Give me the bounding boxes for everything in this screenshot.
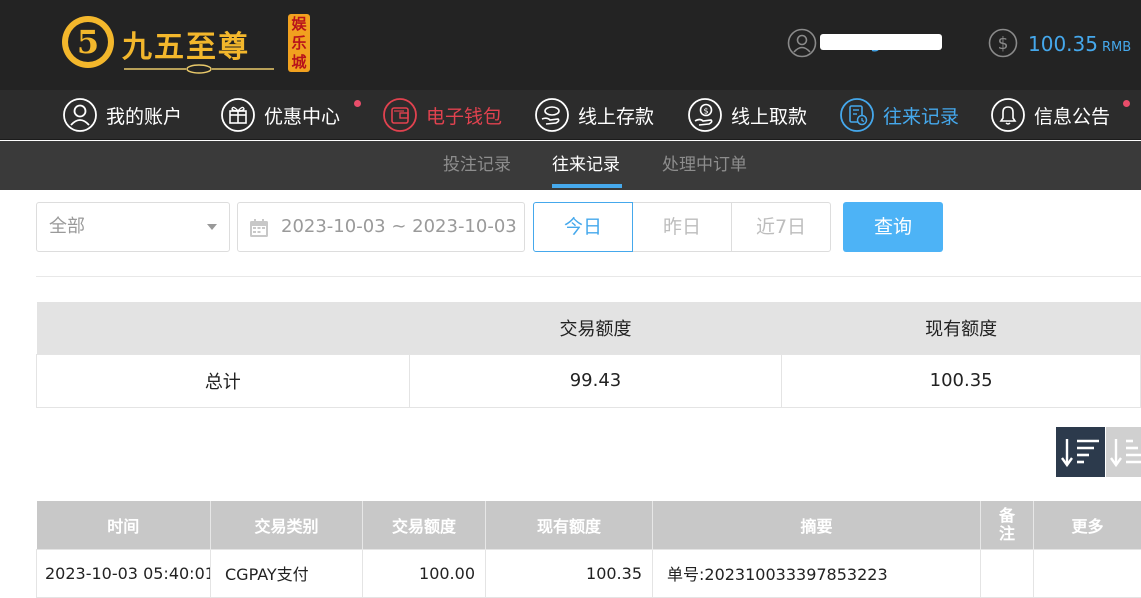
today-button[interactable]: 今日 xyxy=(533,202,633,252)
transaction-records-table: 时间 交易类别 交易额度 现有额度 摘要 备注 更多 2023-10-03 05… xyxy=(36,501,1141,598)
cell-time: 2023-10-03 05:40:01 xyxy=(37,549,211,597)
username-redaction xyxy=(820,34,942,50)
summary-table: 交易额度 现有额度 总计 99.43 100.35 xyxy=(36,302,1141,408)
nav-online-deposit[interactable]: 线上存款 xyxy=(534,90,654,140)
sort-descending-icon xyxy=(1056,427,1105,477)
gift-icon xyxy=(220,97,256,133)
summary-total-row: 总计 99.43 100.35 xyxy=(37,354,1141,407)
tab-bet-records[interactable]: 投注记录 xyxy=(443,141,511,190)
bell-icon xyxy=(990,97,1026,133)
brand-badge: 娱乐城 xyxy=(288,14,310,72)
brand-logo[interactable]: 5 九五至尊 娱乐城 xyxy=(60,10,320,78)
nav-label: 信息公告 xyxy=(1034,102,1110,129)
nav-my-account[interactable]: 我的账户 xyxy=(62,90,182,140)
nav-label: 线上取款 xyxy=(731,102,807,129)
header-note-label: 备注 xyxy=(999,507,1015,543)
sort-ascending-button[interactable] xyxy=(1106,427,1141,477)
records-icon xyxy=(839,97,875,133)
header-time[interactable]: 时间 xyxy=(37,501,211,549)
svg-text:5: 5 xyxy=(77,23,99,61)
dollar-icon: $ xyxy=(988,28,1018,58)
query-button[interactable]: 查询 xyxy=(843,202,943,252)
svg-text:$: $ xyxy=(998,34,1009,54)
account-balance: 100.35 RMB xyxy=(1028,32,1131,56)
header-summary[interactable]: 摘要 xyxy=(653,501,981,549)
nav-label: 往来记录 xyxy=(883,102,959,129)
header-amount[interactable]: 交易额度 xyxy=(363,501,486,549)
last-7-days-button[interactable]: 近7日 xyxy=(731,202,831,252)
records-header-row: 时间 交易类别 交易额度 现有额度 摘要 备注 更多 xyxy=(37,501,1141,549)
nav-transaction-records[interactable]: 往来记录 xyxy=(839,90,959,140)
cell-type: CGPAY支付 xyxy=(211,549,363,597)
user-circle-icon xyxy=(62,97,98,133)
balance-currency: RMB xyxy=(1102,40,1131,55)
active-tab-indicator xyxy=(552,184,622,188)
top-header: 5 九五至尊 娱乐城 cheng7400 $ 100.35RMB xyxy=(0,0,1141,90)
summary-transaction-amount: 99.43 xyxy=(409,354,782,407)
header-type[interactable]: 交易类别 xyxy=(211,501,363,549)
nav-announcements[interactable]: 信息公告 xyxy=(990,90,1110,140)
header-note[interactable]: 备注 xyxy=(981,501,1034,549)
withdrawal-icon: $ xyxy=(687,97,723,133)
announcements-notification-dot xyxy=(1123,100,1130,107)
summary-total-label: 总计 xyxy=(37,354,410,407)
date-range-value: 2023-10-03 ~ 2023-10-03 xyxy=(281,216,517,237)
cell-summary: 单号:202310033397853223 xyxy=(653,549,981,597)
nav-online-withdrawal[interactable]: $ 线上取款 xyxy=(687,90,807,140)
sort-descending-button[interactable] xyxy=(1056,427,1105,477)
cell-balance: 100.35 xyxy=(486,549,653,597)
logo-ornament-icon xyxy=(124,64,274,74)
summary-header-blank xyxy=(37,302,410,354)
section-divider xyxy=(36,276,1141,277)
table-row[interactable]: 2023-10-03 05:40:01 CGPAY支付 100.00 100.3… xyxy=(37,549,1141,597)
nav-label: 我的账户 xyxy=(106,102,182,129)
summary-header-current: 现有额度 xyxy=(782,302,1141,354)
caret-down-icon xyxy=(207,224,217,230)
main-nav: 我的账户 优惠中心 电子钱包 线上存款 $ xyxy=(0,90,1141,140)
sub-nav: 投注记录 往来记录 处理中订单 xyxy=(0,141,1141,190)
nav-label: 线上存款 xyxy=(578,102,654,129)
deposit-icon xyxy=(534,97,570,133)
transaction-type-select[interactable]: 全部 xyxy=(36,202,230,252)
balance-value: 100.35 xyxy=(1028,32,1098,56)
cell-note xyxy=(981,549,1034,597)
cell-more[interactable] xyxy=(1034,549,1141,597)
header-balance[interactable]: 现有额度 xyxy=(486,501,653,549)
nav-label: 优惠中心 xyxy=(264,102,340,129)
svg-text:$: $ xyxy=(703,107,708,116)
five-emblem-icon: 5 xyxy=(60,14,116,70)
date-range-picker[interactable]: 2023-10-03 ~ 2023-10-03 xyxy=(237,202,525,252)
nav-label: 电子钱包 xyxy=(426,102,502,129)
select-value: 全部 xyxy=(49,216,85,237)
calendar-icon xyxy=(249,218,269,238)
user-icon xyxy=(787,28,817,58)
summary-header-transaction: 交易额度 xyxy=(409,302,782,354)
nav-promotions[interactable]: 优惠中心 xyxy=(220,90,340,140)
cell-amount: 100.00 xyxy=(363,549,486,597)
sort-ascending-icon xyxy=(1106,427,1141,477)
brand-name: 九五至尊 xyxy=(122,22,250,66)
nav-e-wallet[interactable]: 电子钱包 xyxy=(382,90,502,140)
tab-pending-orders[interactable]: 处理中订单 xyxy=(662,141,747,190)
summary-current-amount: 100.35 xyxy=(782,354,1141,407)
header-more[interactable]: 更多 xyxy=(1034,501,1141,549)
promotions-notification-dot xyxy=(354,100,361,107)
yesterday-button[interactable]: 昨日 xyxy=(632,202,732,252)
summary-header-row: 交易额度 现有额度 xyxy=(37,302,1141,354)
tab-transaction-records[interactable]: 往来记录 xyxy=(552,141,620,190)
wallet-icon xyxy=(382,97,418,133)
